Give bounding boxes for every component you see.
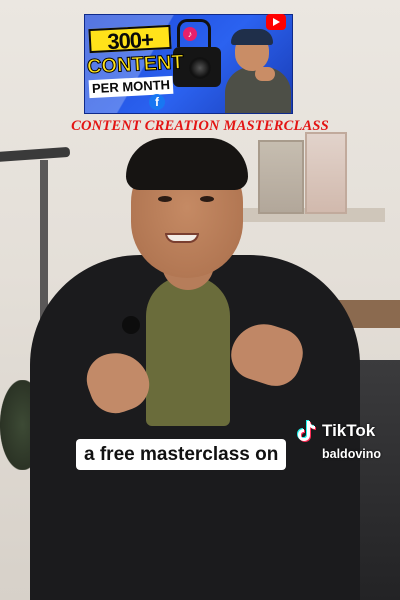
person-shirt [146,276,230,426]
tiktok-username: baldovino [322,447,382,461]
person-mouth [165,233,199,243]
thumbnail-count: 300+ [88,24,172,54]
masterclass-title: CONTENT CREATION MASTERCLASS [71,118,329,134]
thumbnail-banner: ♪ 300+ CONTENT PER MONTH f [84,14,293,114]
tiktok-brand-label: TikTok [322,421,376,440]
wall-art-right [305,132,347,214]
wall-art-left [258,140,304,214]
video-frame[interactable]: ♪ 300+ CONTENT PER MONTH f CONTENT CREAT… [0,0,400,600]
lapel-mic [122,316,140,334]
tiktok-watermark: TikTok [296,420,396,442]
video-caption: a free masterclass on [76,439,287,470]
thumbnail-content-word: CONTENT [86,51,185,79]
person-hair [126,138,248,190]
tiktok-icon [297,420,316,442]
camera-lens-icon [189,57,211,79]
thumbnail-person-hand [255,67,275,81]
tiktok-small-icon: ♪ [183,27,197,41]
person-eye-right [200,196,214,202]
facebook-icon: f [149,94,165,110]
thumbnail-person-cap [231,29,273,45]
person-eye-left [158,196,172,202]
youtube-play-icon [273,18,280,26]
